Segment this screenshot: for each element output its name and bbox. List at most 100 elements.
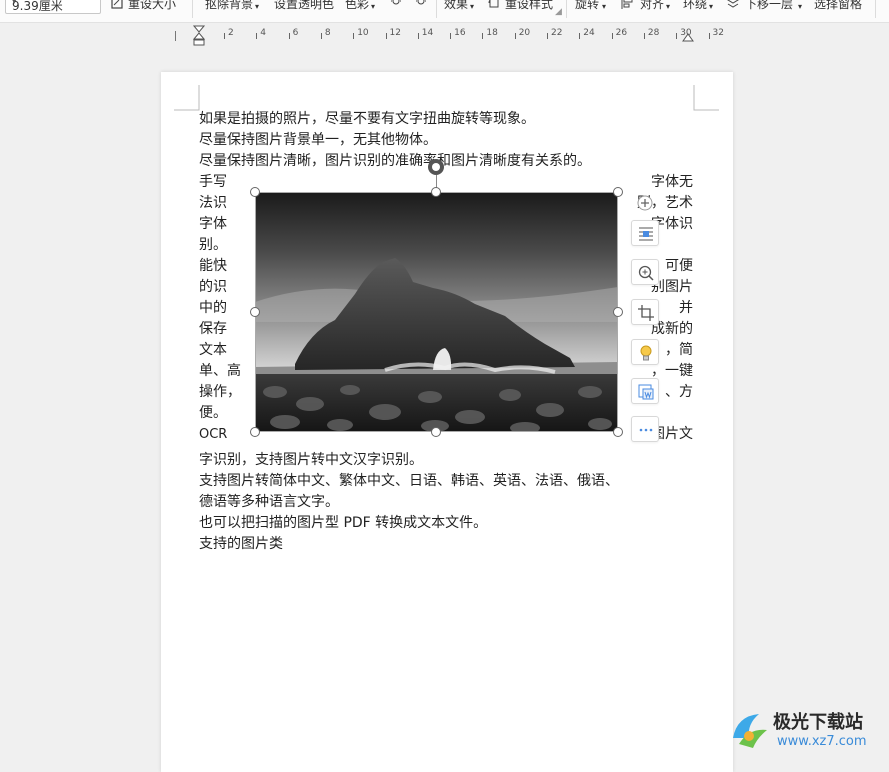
watermark-url: www.xz7.com [777, 734, 867, 749]
send-backward-button[interactable]: 下移一层 [745, 0, 793, 12]
ruler-tick [353, 33, 355, 39]
ruler-label: 20 [518, 28, 531, 38]
resize-handle-top-right[interactable] [613, 187, 623, 197]
resize-handle-bottom[interactable] [431, 427, 441, 437]
chevron-down-icon[interactable]: ▾ [709, 0, 713, 15]
right-indent-marker-icon[interactable] [682, 28, 694, 42]
ruler-label: 26 [615, 28, 628, 38]
divider [566, 0, 567, 18]
wrapped-text-left[interactable]: 单、高 [199, 361, 241, 382]
ruler-label: 10 [357, 28, 369, 38]
align-icon [621, 0, 633, 9]
wrap-text-icon [639, 227, 653, 241]
ruler-tick [708, 33, 710, 39]
wrap-button[interactable]: 环绕 [683, 0, 707, 12]
wrapped-text-left[interactable]: OCR [199, 424, 227, 445]
chevron-down-icon[interactable]: ▾ [602, 0, 606, 15]
reset-size-button[interactable]: 重设大小 [128, 0, 176, 12]
wrap-text-button[interactable] [631, 220, 659, 246]
rotate-button[interactable]: 旋转 [575, 0, 599, 12]
color-button[interactable]: 色彩 [345, 0, 369, 12]
resize-handle-bottom-left[interactable] [250, 427, 260, 437]
selection-pane-button[interactable]: 选择窗格 [814, 0, 862, 12]
ruler-label: 8 [324, 28, 331, 38]
reset-style-button[interactable]: 重设样式 [505, 0, 553, 12]
zoom-in-icon [638, 265, 654, 281]
divider [436, 0, 437, 18]
chevron-down-icon[interactable]: ▾ [798, 0, 802, 15]
brightness-down-icon[interactable] [414, 0, 428, 10]
ruler-tick [256, 33, 258, 39]
chevron-down-icon[interactable]: ▾ [255, 0, 259, 15]
indent-marker-icon[interactable] [193, 25, 205, 47]
resize-handle-bottom-right[interactable] [613, 427, 623, 437]
resize-handle-right[interactable] [613, 307, 623, 317]
watermark-title: 极光下载站 [773, 712, 863, 733]
brightness-up-icon[interactable] [389, 0, 403, 10]
wrapped-text-left[interactable]: 字体 [199, 214, 227, 235]
paragraph-line[interactable]: 尽量保持图片背景单一，无其他物体。 [199, 130, 437, 151]
set-transparent-button[interactable]: 设置透明色 [274, 0, 334, 12]
paragraph-line[interactable]: 支持的图片类 [199, 534, 283, 555]
chevron-down-icon[interactable]: ▾ [470, 0, 474, 15]
paragraph-line[interactable]: 字识别，支持图片转中文汉字识别。 [199, 450, 423, 471]
rock-arch-photo[interactable] [255, 192, 618, 432]
wrapped-text-left[interactable]: 手写 [199, 172, 227, 193]
wrapped-text-left[interactable]: 便。 [199, 403, 227, 424]
size-input[interactable]: 9.39厘米 ▾ [5, 0, 101, 14]
ruler-tick [547, 33, 548, 39]
crop-button[interactable] [631, 299, 659, 325]
remove-background-button[interactable]: 抠除背景 [205, 0, 253, 12]
paragraph-line[interactable]: 如果是拍摄的照片，尽量不要有文字扭曲旋转等现象。 [199, 109, 535, 130]
wrapped-text-left[interactable]: 法识 [199, 193, 227, 214]
paragraph-line[interactable]: 支持图片转简体中文、繁体中文、日语、韩语、英语、法语、俄语、 [199, 471, 619, 492]
ruler-tick [482, 33, 484, 39]
wrapped-text-left[interactable]: 中的 [199, 298, 227, 319]
ruler-label: 6 [292, 28, 299, 38]
ruler-tick [514, 33, 516, 39]
spin-down-icon[interactable]: ▾ [12, 0, 94, 7]
resize-handle-top[interactable] [431, 187, 441, 197]
chevron-down-icon[interactable]: ▾ [371, 0, 375, 15]
rotate-handle-icon[interactable] [428, 159, 444, 175]
wrapped-text-left[interactable]: 操作， [199, 382, 241, 403]
paragraph-line[interactable]: 德语等多种语言文字。 [199, 492, 339, 513]
zoom-in-button[interactable] [631, 259, 659, 285]
image-translate-button[interactable] [631, 378, 659, 404]
expand-icon[interactable]: ◢ [555, 4, 562, 20]
wrapped-text-left[interactable]: 保存 [199, 319, 227, 340]
reset-size-icon [111, 0, 123, 9]
ruler-label: 2 [228, 28, 234, 38]
ruler-margin-mark [175, 31, 176, 41]
resize-handle-top-left[interactable] [250, 187, 260, 197]
more-icon [639, 428, 653, 432]
ruler-tick [385, 33, 387, 39]
wrapped-text-left[interactable]: 的识 [199, 277, 227, 298]
margin-corner-mark [174, 85, 200, 111]
wrapped-text-left[interactable]: 文本 [199, 340, 227, 361]
divider [875, 0, 876, 18]
ruler-tick [611, 33, 613, 39]
align-button[interactable]: 对齐 [640, 0, 664, 12]
resize-handle-left[interactable] [250, 307, 260, 317]
ruler-label: 24 [583, 28, 595, 38]
add-button[interactable] [631, 190, 659, 216]
ruler-tick [676, 33, 678, 39]
wrapped-text-left[interactable]: 能快 [199, 256, 227, 277]
ruler-label: 18 [486, 28, 498, 38]
paragraph-line[interactable]: 尽量保持图片清晰，图片识别的准确率和图片清晰度有关系的。 [199, 151, 591, 172]
ruler-tick [417, 33, 419, 39]
wrapped-text-left[interactable]: 别。 [199, 235, 227, 256]
send-backward-icon [727, 0, 739, 8]
ruler-label: 32 [712, 28, 724, 38]
site-logo-icon [733, 714, 767, 748]
effects-button[interactable]: 效果 [444, 0, 468, 12]
more-button[interactable] [631, 416, 659, 442]
add-icon [637, 195, 653, 211]
chevron-down-icon[interactable]: ▾ [666, 0, 670, 15]
idea-button[interactable] [631, 339, 659, 365]
horizontal-ruler[interactable]: 2 4 6 8 10 12 14 16 18 20 22 24 26 28 30 32 [0, 25, 889, 47]
ruler-label: 16 [454, 28, 466, 38]
ruler-tick [643, 33, 645, 39]
paragraph-line[interactable]: 也可以把扫描的图片型 PDF 转换成文本文件。 [199, 513, 487, 534]
